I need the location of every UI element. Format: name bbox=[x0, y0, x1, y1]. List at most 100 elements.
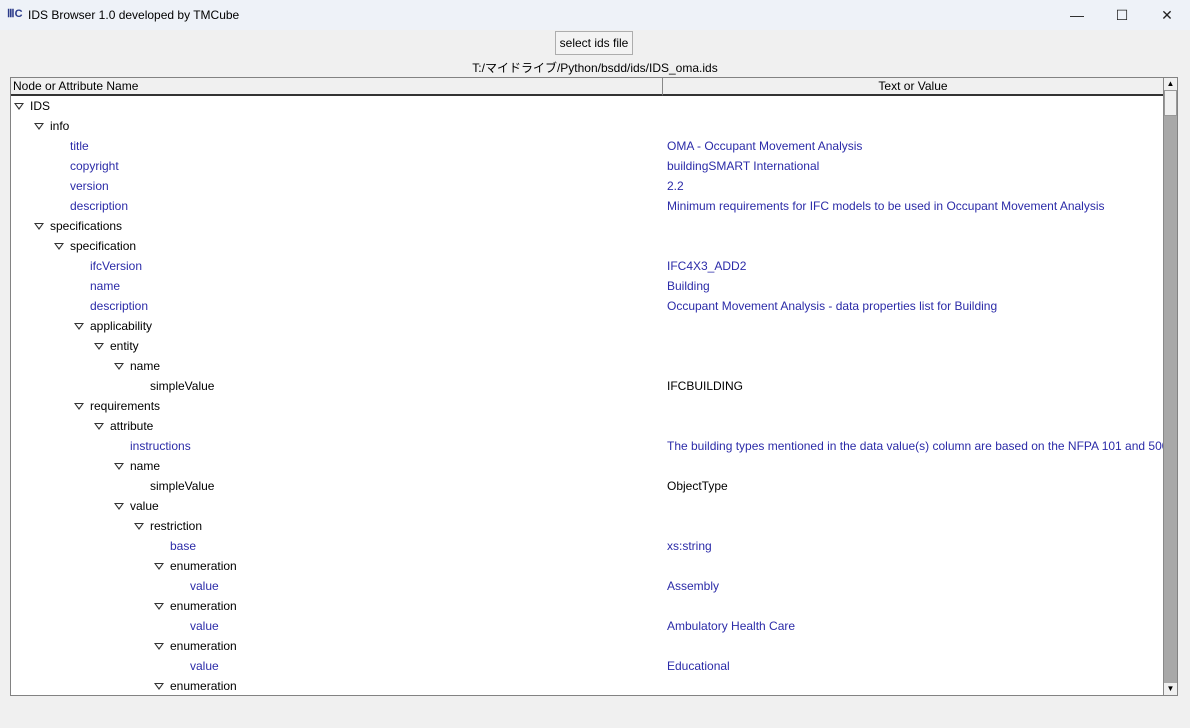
node-name: value bbox=[190, 619, 219, 633]
scroll-up-icon[interactable]: ▲ bbox=[1164, 78, 1177, 90]
node-name: description bbox=[70, 199, 129, 213]
expand-triangle-icon[interactable] bbox=[54, 243, 64, 250]
tree-row[interactable]: enumeration bbox=[11, 596, 1164, 616]
node-name: applicability bbox=[90, 319, 153, 333]
node-value: ObjectType bbox=[667, 479, 728, 493]
node-name: enumeration bbox=[170, 679, 237, 693]
node-name: version bbox=[70, 179, 109, 193]
tree-row[interactable]: description Occupant Movement Analysis - … bbox=[11, 296, 1164, 316]
node-name: requirements bbox=[90, 399, 161, 413]
tree-row[interactable]: value Assembly bbox=[11, 576, 1164, 596]
expand-triangle-icon[interactable] bbox=[114, 463, 124, 470]
column-header-name[interactable]: Node or Attribute Name bbox=[11, 78, 663, 96]
tree-row[interactable]: simpleValue IFCBUILDING bbox=[11, 376, 1164, 396]
expand-triangle-icon[interactable] bbox=[34, 223, 44, 230]
expand-triangle-icon[interactable] bbox=[94, 343, 104, 350]
tree-row[interactable]: ifcVersion IFC4X3_ADD2 bbox=[11, 256, 1164, 276]
node-value: Occupant Movement Analysis - data proper… bbox=[667, 299, 998, 313]
ids-tree-view[interactable]: Node or Attribute Name Text or Value IDS… bbox=[10, 77, 1178, 696]
node-name: value bbox=[130, 499, 159, 513]
expand-triangle-icon[interactable] bbox=[114, 503, 124, 510]
tree-row[interactable]: requirements bbox=[11, 396, 1164, 416]
file-path-label: T:/マイドライブ/Python/bsdd/ids/IDS_oma.ids bbox=[472, 61, 718, 75]
node-value: Building bbox=[667, 279, 710, 293]
tree-row[interactable]: specification bbox=[11, 236, 1164, 256]
node-name: name bbox=[90, 279, 121, 293]
node-name: base bbox=[170, 539, 197, 553]
node-name: entity bbox=[110, 339, 139, 353]
tree-row[interactable]: enumeration bbox=[11, 676, 1164, 695]
tree-row[interactable]: entity bbox=[11, 336, 1164, 356]
node-value: 2.2 bbox=[667, 179, 684, 193]
tree-row[interactable]: version 2.2 bbox=[11, 176, 1164, 196]
tree-row[interactable]: value Educational bbox=[11, 656, 1164, 676]
tree-row[interactable]: enumeration bbox=[11, 556, 1164, 576]
node-name: title bbox=[70, 139, 89, 153]
node-value: OMA - Occupant Movement Analysis bbox=[667, 139, 863, 153]
tree-row[interactable]: name Building bbox=[11, 276, 1164, 296]
select-ids-file-button[interactable]: select ids file bbox=[555, 31, 633, 55]
expand-triangle-icon[interactable] bbox=[34, 123, 44, 130]
node-name: copyright bbox=[70, 159, 119, 173]
title-bar: ⅢC IDS Browser 1.0 developed by TMCube —… bbox=[0, 0, 1190, 30]
expand-triangle-icon[interactable] bbox=[154, 643, 164, 650]
tree-row[interactable]: instructions The building types mentioned… bbox=[11, 436, 1168, 456]
vertical-scrollbar[interactable]: ▲ ▼ bbox=[1163, 78, 1177, 695]
expand-triangle-icon[interactable] bbox=[154, 603, 164, 610]
maximize-button[interactable]: ☐ bbox=[1099, 0, 1145, 30]
expand-triangle-icon[interactable] bbox=[114, 363, 124, 370]
tree-row[interactable]: attribute bbox=[11, 416, 1164, 436]
app-icon: ⅢC bbox=[7, 8, 23, 20]
tree-row[interactable]: base xs:string bbox=[11, 536, 1164, 556]
tree-row[interactable]: specifications bbox=[11, 216, 1164, 236]
scroll-thumb[interactable] bbox=[1164, 90, 1177, 116]
tree-row[interactable]: applicability bbox=[11, 316, 1164, 336]
node-name: value bbox=[190, 579, 219, 593]
node-name: enumeration bbox=[170, 639, 237, 653]
tree-row[interactable]: IDS bbox=[11, 96, 1164, 116]
tree-row[interactable]: info bbox=[11, 116, 1164, 136]
node-value: Ambulatory Health Care bbox=[667, 619, 796, 633]
expand-triangle-icon[interactable] bbox=[134, 523, 144, 530]
tree-rows: IDS info title OMA - Occupant Movement Anal… bbox=[11, 96, 1168, 695]
tree-row[interactable]: enumeration bbox=[11, 636, 1164, 656]
tree-row[interactable]: title OMA - Occupant Movement Analysis bbox=[11, 136, 1164, 156]
tree-row[interactable]: simpleValue ObjectType bbox=[11, 476, 1164, 496]
expand-triangle-icon[interactable] bbox=[14, 103, 24, 110]
node-name: simpleValue bbox=[150, 379, 215, 393]
expand-triangle-icon[interactable] bbox=[74, 323, 84, 330]
node-value: xs:string bbox=[667, 539, 712, 553]
node-name: value bbox=[190, 659, 219, 673]
close-button[interactable]: ✕ bbox=[1144, 0, 1190, 30]
node-value: Assembly bbox=[667, 579, 720, 593]
node-value: IFCBUILDING bbox=[667, 379, 744, 393]
expand-triangle-icon[interactable] bbox=[154, 563, 164, 570]
scroll-down-icon[interactable]: ▼ bbox=[1164, 683, 1177, 695]
tree-row[interactable]: value Ambulatory Health Care bbox=[11, 616, 1164, 636]
node-value: Educational bbox=[667, 659, 730, 673]
expand-triangle-icon[interactable] bbox=[74, 403, 84, 410]
node-name: name bbox=[130, 359, 161, 373]
minimize-button[interactable]: — bbox=[1054, 0, 1100, 30]
tree-row[interactable]: description Minimum requirements for IFC … bbox=[11, 196, 1164, 216]
node-name: simpleValue bbox=[150, 479, 215, 493]
node-name: enumeration bbox=[170, 559, 237, 573]
node-value: buildingSMART International bbox=[667, 159, 820, 173]
tree-row[interactable]: copyright buildingSMART International bbox=[11, 156, 1164, 176]
tree-row[interactable]: name bbox=[11, 456, 1164, 476]
node-name: enumeration bbox=[170, 599, 237, 613]
node-name: specifications bbox=[50, 219, 123, 233]
tree-row[interactable]: restriction bbox=[11, 516, 1164, 536]
expand-triangle-icon[interactable] bbox=[94, 423, 104, 430]
tree-row[interactable]: name bbox=[11, 356, 1164, 376]
node-name: specification bbox=[70, 239, 137, 253]
node-name: attribute bbox=[110, 419, 154, 433]
node-name: instructions bbox=[130, 439, 191, 453]
expand-triangle-icon[interactable] bbox=[154, 683, 164, 690]
tree-row[interactable]: value bbox=[11, 496, 1164, 516]
node-name: restriction bbox=[150, 519, 203, 533]
column-header-value[interactable]: Text or Value bbox=[663, 78, 1164, 96]
window-title: IDS Browser 1.0 developed by TMCube bbox=[28, 8, 240, 22]
node-value: IFC4X3_ADD2 bbox=[667, 259, 747, 273]
node-name: name bbox=[130, 459, 161, 473]
